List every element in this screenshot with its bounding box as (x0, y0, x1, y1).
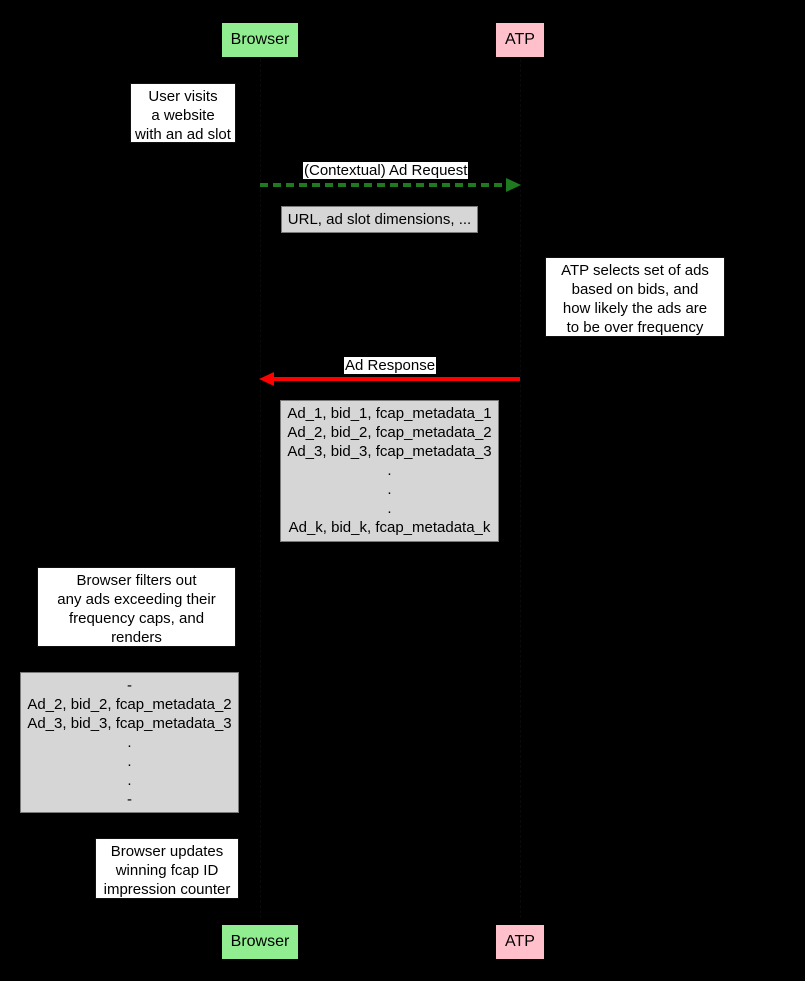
message-label-ad-response: Ad Response (344, 357, 437, 374)
participant-browser-top-label: Browser (230, 31, 290, 48)
participant-atp-top-label: ATP (505, 31, 535, 48)
arrow-ad-request-head (506, 178, 521, 192)
arrow-ad-response-head (259, 372, 274, 386)
note-atp-selects: ATP selects set of ads based on bids, an… (545, 257, 725, 355)
lifeline-atp (520, 59, 521, 918)
participant-atp-bottom-label: ATP (505, 933, 535, 950)
participant-browser-bottom[interactable]: Browser (221, 924, 299, 960)
participant-browser-top[interactable]: Browser (221, 22, 299, 58)
payload-ad-response: Ad_1, bid_1, fcap_metadata_1 Ad_2, bid_2… (280, 400, 499, 542)
participant-atp-bottom[interactable]: ATP (495, 924, 545, 960)
note-browser-updates: Browser updates winning fcap ID impressi… (95, 838, 239, 899)
note-user-visits: User visits a website with an ad slot (130, 83, 236, 143)
note-browser-filters: Browser filters out any ads exceeding th… (37, 567, 236, 665)
arrow-ad-request (260, 178, 521, 192)
payload-ad-request: URL, ad slot dimensions, ... (281, 206, 478, 233)
participant-browser-bottom-label: Browser (230, 933, 290, 950)
arrow-ad-response (259, 372, 520, 386)
sequence-diagram-canvas: Browser ATP User visits a website with a… (0, 0, 805, 981)
payload-filtered-ads: - Ad_2, bid_2, fcap_metadata_2 Ad_3, bid… (20, 672, 239, 813)
message-label-ad-request: (Contextual) Ad Request (303, 162, 469, 179)
participant-atp-top[interactable]: ATP (495, 22, 545, 58)
lifeline-browser (260, 59, 261, 918)
